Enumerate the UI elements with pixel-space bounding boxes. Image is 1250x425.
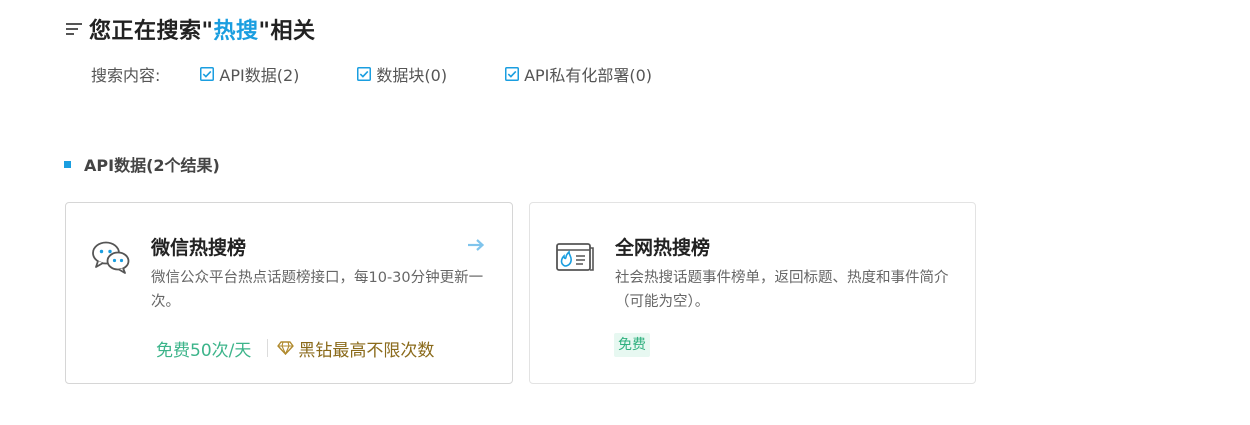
filter-option-label: 数据块(0) xyxy=(376,66,448,85)
free-badge: 免费 xyxy=(614,333,650,357)
checkbox-checked-icon[interactable] xyxy=(200,67,215,81)
title-prefix: 您正在搜索" xyxy=(89,19,214,44)
section-marker xyxy=(64,160,71,168)
search-keyword: 热搜 xyxy=(213,19,259,44)
diamond-icon xyxy=(277,341,295,355)
api-card-all-web-hot[interactable]: 全网热搜榜 社会热搜话题事件榜单，返回标题、热度和事件简介（可能为空）。 免费 xyxy=(529,202,976,384)
card-description: 微信公众平台热点话题榜接口，每10-30分钟更新一次。 xyxy=(151,270,484,310)
search-title: 您正在搜索"热搜"相关 xyxy=(89,13,315,45)
arrow-right-icon[interactable] xyxy=(467,237,485,251)
hot-news-icon xyxy=(554,239,596,275)
filter-api-data[interactable]: API数据(2) xyxy=(200,62,299,86)
filter-label: 搜索内容: xyxy=(91,66,161,85)
section-heading: API数据(2个结果) xyxy=(64,152,220,176)
page-title: 您正在搜索"热搜"相关 xyxy=(66,14,315,44)
divider xyxy=(267,339,269,357)
checkbox-checked-icon[interactable] xyxy=(505,67,520,81)
card-title[interactable]: 全网热搜榜 xyxy=(615,233,710,260)
list-icon xyxy=(66,21,82,37)
section-title: API数据(2个结果) xyxy=(84,156,220,175)
card-description: 社会热搜话题事件榜单，返回标题、热度和事件简介（可能为空）。 xyxy=(615,270,949,310)
title-suffix: "相关 xyxy=(258,19,316,44)
filter-option-label: API私有化部署(0) xyxy=(524,66,653,85)
search-filter-bar: 搜索内容: API数据(2) 数据块(0) API私有化部署(0) xyxy=(91,61,652,87)
api-card-wechat-hot[interactable]: 微信热搜榜 微信公众平台热点话题榜接口，每10-30分钟更新一次。 免费50次/… xyxy=(65,202,513,384)
filter-option-label: API数据(2) xyxy=(219,66,300,85)
card-pricing: 免费50次/天 黑钻最高不限次数 xyxy=(156,335,434,361)
vip-quota: 黑钻最高不限次数 xyxy=(298,340,435,361)
card-title[interactable]: 微信热搜榜 xyxy=(151,233,246,260)
free-quota: 免费50次/天 xyxy=(156,340,252,361)
wechat-chat-icon xyxy=(90,239,132,275)
filter-private-deploy[interactable]: API私有化部署(0) xyxy=(505,62,652,86)
filter-data-block[interactable]: 数据块(0) xyxy=(357,62,447,86)
checkbox-checked-icon[interactable] xyxy=(357,67,372,81)
